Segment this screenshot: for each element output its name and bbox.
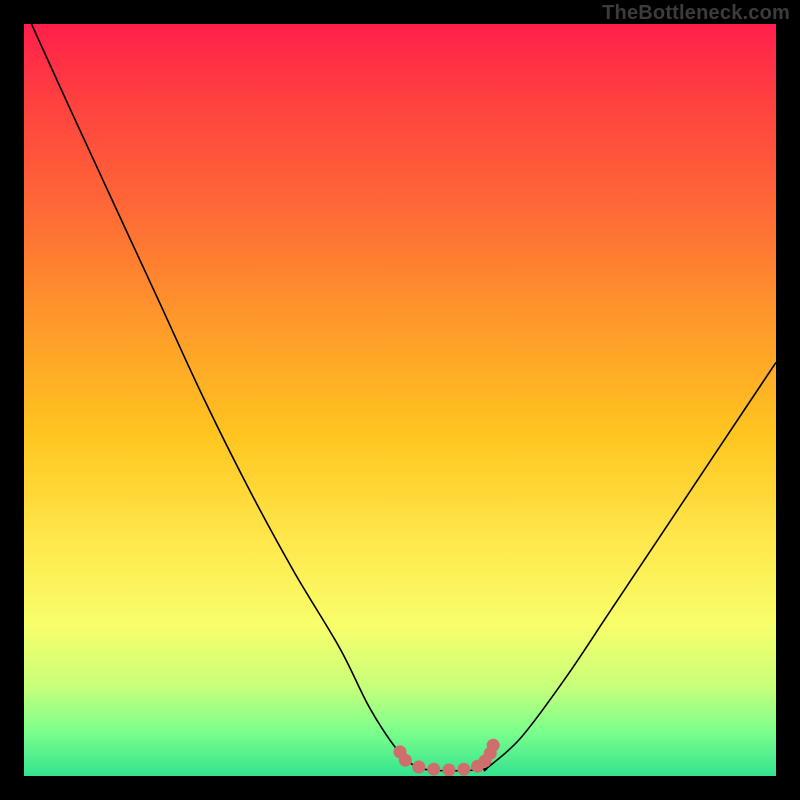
marker-dot <box>487 739 500 752</box>
marker-dot <box>399 754 412 767</box>
marker-dot <box>457 763 470 776</box>
chart-frame: TheBottleneck.com <box>0 0 800 800</box>
plot-area <box>24 24 776 776</box>
marker-dot <box>442 764 455 777</box>
marker-dot <box>412 761 425 774</box>
marker-dot <box>427 763 440 776</box>
curve-path <box>32 24 777 771</box>
watermark-text: TheBottleneck.com <box>602 2 790 25</box>
bottleneck-curve <box>24 24 776 776</box>
